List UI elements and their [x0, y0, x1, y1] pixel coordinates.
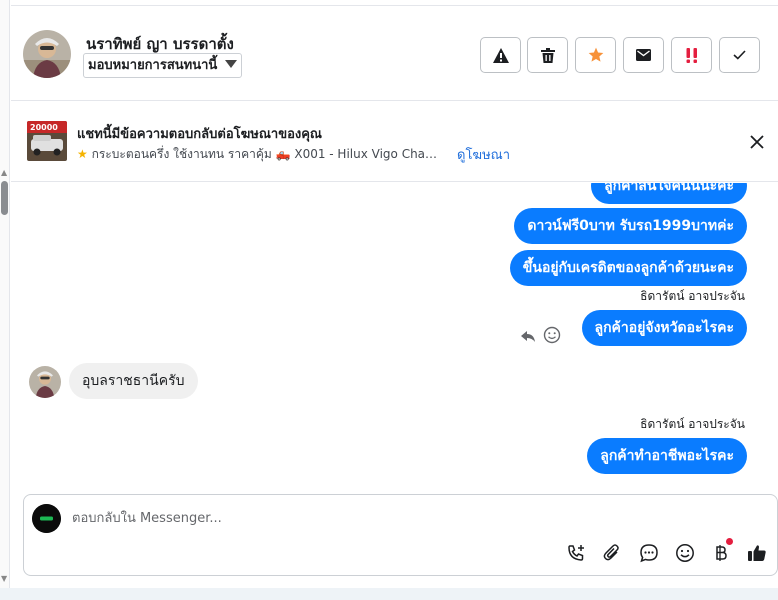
assign-conversation-label: มอบหมายการสนทนานี้ [88, 58, 218, 73]
incoming-message-bubble[interactable]: อุบลราชธานีครับ [69, 363, 198, 399]
conversation-header: นราทิพย์ ญา บรรดาตั้ง มอบหมายการสนทนานี้ [11, 5, 778, 101]
emoji-button[interactable] [674, 542, 696, 564]
delete-button[interactable] [527, 37, 568, 73]
sender-name: ธิดารัตน์ อาจประจัน [640, 417, 745, 431]
saved-replies-button[interactable] [638, 542, 660, 564]
reply-message-button[interactable] [519, 327, 537, 345]
page-avatar [32, 504, 61, 533]
mark-unread-button[interactable] [623, 37, 664, 73]
payment-request-button[interactable] [710, 538, 733, 564]
priority-icon [686, 47, 697, 63]
view-ad-link[interactable]: ดูโฆษณา [457, 144, 510, 165]
outgoing-message-bubble[interactable]: ดาวน์ฟรี0บาท รับรถ1999บาทค่ะ [514, 208, 747, 244]
scrollbar-thumb[interactable] [1, 181, 8, 215]
contact-avatar[interactable] [23, 30, 71, 78]
bottom-edge [0, 588, 778, 600]
messenger-inbox-panel: ▲ ▼ นราทิพย์ ญา บรรดาตั้ง มอบหมายการสนทน… [0, 0, 778, 600]
send-like-button[interactable] [746, 542, 768, 564]
scroll-up-arrow-icon[interactable]: ▲ [1, 168, 7, 177]
report-spam-button[interactable] [480, 37, 521, 73]
star-icon [588, 47, 603, 62]
reply-icon [521, 331, 535, 342]
ad-thumbnail[interactable]: 20000 [27, 121, 67, 161]
baht-icon [716, 545, 727, 561]
emoji-icon [543, 326, 561, 344]
mail-icon [636, 49, 651, 61]
phone-add-icon [568, 545, 584, 561]
reply-message-input[interactable] [72, 507, 672, 529]
sender-name: ธิดารัตน์ อาจประจัน [640, 289, 745, 303]
thumbs-up-icon [748, 545, 766, 561]
trash-icon [540, 47, 555, 63]
ad-reply-banner: 20000 แชทนี้มีข้อความตอบกลับต่อโฆษณาของค… [11, 102, 778, 182]
chat-bubble-icon [640, 544, 658, 563]
outgoing-message-bubble[interactable]: ลูกค้าอยู่จังหวัดอะไรคะ [581, 310, 747, 346]
call-button[interactable] [565, 542, 587, 564]
ad-description-row: ★ กระบะตอนครึ่ง ใช้งานทน ราคาคุ้ม 🛻 X001… [77, 145, 447, 164]
reply-composer [23, 494, 778, 576]
emoji-icon [676, 544, 694, 562]
assign-conversation-dropdown[interactable]: มอบหมายการสนทนานี้ [83, 53, 243, 78]
check-icon [733, 50, 746, 60]
ad-description: กระบะตอนครึ่ง ใช้งานทน ราคาคุ้ม 🛻 X001 -… [91, 147, 447, 161]
warning-icon [492, 47, 509, 63]
scroll-down-arrow-icon[interactable]: ▼ [1, 574, 7, 583]
contact-avatar-small[interactable] [29, 366, 61, 398]
outgoing-message-bubble[interactable]: ลูกค้าทำอาชีพอะไรคะ [587, 438, 747, 474]
conversation-list-scrollbar[interactable]: ▲ ▼ [0, 0, 10, 590]
attach-file-button[interactable] [601, 542, 623, 564]
ad-thumbnail-price: 20000 [30, 123, 58, 132]
notification-dot [726, 538, 733, 545]
paperclip-icon [603, 544, 619, 561]
close-icon [750, 135, 764, 149]
react-message-button[interactable] [543, 326, 561, 344]
close-banner-button[interactable] [747, 132, 767, 152]
mark-priority-button[interactable] [671, 37, 712, 73]
mark-done-button[interactable] [719, 37, 760, 73]
ad-banner-title: แชทนี้มีข้อความตอบกลับต่อโฆษณาของคุณ [77, 127, 322, 142]
message-thread[interactable]: ลูกค้าสนใจคันนี้นะคะ ดาวน์ฟรี0บาท รับรถ1… [11, 183, 778, 488]
outgoing-message-bubble[interactable]: ลูกค้าสนใจคันนี้นะคะ [591, 183, 747, 204]
outgoing-message-bubble[interactable]: ขึ้นอยู่กับเครดิตของลูกค้าด้วยนะคะ [509, 250, 747, 286]
caret-down-icon [225, 60, 238, 68]
star-emoji-icon: ★ [77, 147, 88, 161]
star-button[interactable] [575, 37, 616, 73]
